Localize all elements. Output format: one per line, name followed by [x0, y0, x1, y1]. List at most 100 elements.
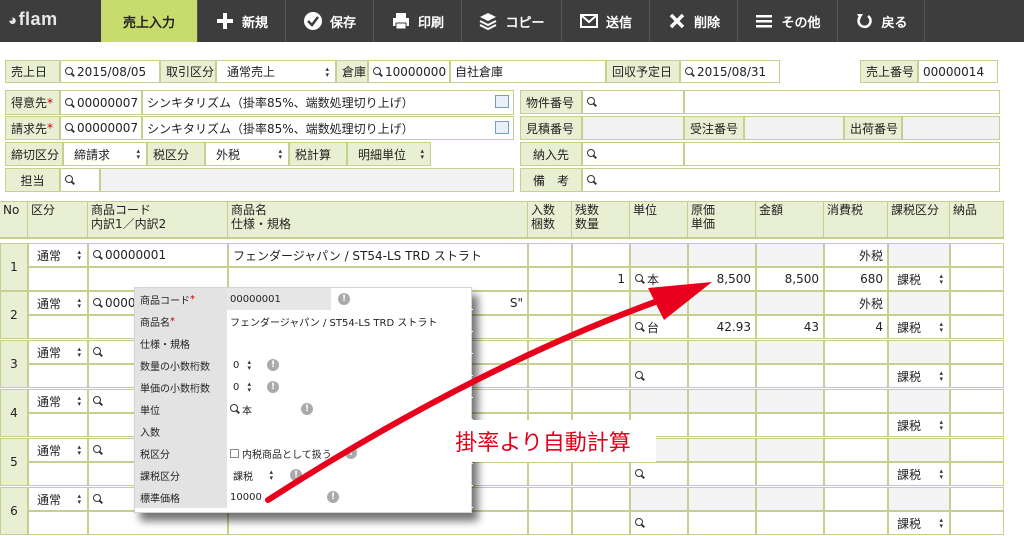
tax-type-select[interactable]: 外税	[205, 142, 289, 166]
row-code-field[interactable]: 00000001	[88, 243, 228, 267]
billing-code-field[interactable]: 00000007	[60, 116, 142, 140]
row-unit-field[interactable]	[630, 511, 688, 535]
popup-std-price-field[interactable]: 10000	[227, 486, 319, 508]
row-price[interactable]	[688, 511, 756, 535]
row-amount-top	[756, 340, 824, 364]
row-delivery[interactable]	[950, 438, 1004, 462]
row-tax-type	[824, 340, 888, 364]
row-taxkubun-select[interactable]: 課税	[888, 315, 950, 339]
info-icon[interactable]: !	[290, 469, 302, 481]
warehouse-code-field[interactable]: 10000000	[368, 60, 450, 83]
more-button[interactable]: その他	[737, 0, 837, 42]
row-unit-field[interactable]	[630, 364, 688, 388]
info-icon[interactable]: !	[338, 293, 350, 305]
row-kubun-select[interactable]: 通常	[28, 243, 88, 267]
popup-name-label: 商品名 *	[135, 310, 227, 332]
popup-name-field[interactable]: フェンダージャパン / ST54-LS TRD ストラト	[227, 310, 471, 332]
send-button[interactable]: 送信	[561, 0, 649, 42]
row-packs[interactable]	[528, 315, 572, 339]
popup-row-price-dec: 単価の小数桁数 0 !	[135, 376, 473, 398]
row-qty[interactable]	[572, 462, 630, 486]
staff-field[interactable]	[60, 168, 100, 192]
row-packs[interactable]	[528, 364, 572, 388]
back-button[interactable]: 戻る	[837, 0, 925, 42]
row-kubun-select[interactable]: 通常	[28, 291, 88, 315]
col-delivery: 納品	[950, 202, 1004, 238]
row-qty-in[interactable]	[528, 291, 572, 315]
customer-code-field[interactable]: 00000007	[60, 90, 142, 115]
row-price[interactable]	[688, 462, 756, 486]
info-icon[interactable]: !	[345, 447, 357, 459]
row-qty-in[interactable]	[528, 243, 572, 267]
popup-taxkubun-checkbox[interactable]: 内税商品として扱う	[227, 442, 353, 464]
save-button[interactable]: 保存	[285, 0, 373, 42]
row-qty[interactable]: 1	[572, 267, 630, 291]
info-icon[interactable]: !	[267, 359, 279, 371]
row-packs[interactable]	[528, 267, 572, 291]
row-taxkubun-select[interactable]: 課税	[888, 462, 950, 486]
remarks-field[interactable]	[582, 168, 1000, 192]
row-taxkubun-select[interactable]: 課税	[888, 364, 950, 388]
row-packs[interactable]	[528, 511, 572, 535]
row-delivery[interactable]	[950, 243, 1004, 267]
row-kubun-select[interactable]: 通常	[28, 487, 88, 511]
trade-type-select[interactable]: 通常売上	[216, 60, 336, 83]
row-name-field[interactable]: フェンダージャパン / ST54-LS TRD ストラト	[228, 243, 528, 267]
row-packs[interactable]	[528, 462, 572, 486]
popup-spec-field[interactable]	[227, 332, 471, 354]
row-qty-in[interactable]	[528, 487, 572, 511]
row-kubun-select[interactable]: 通常	[28, 340, 88, 364]
delete-button[interactable]: 削除	[649, 0, 737, 42]
row-spec-field[interactable]	[228, 511, 528, 535]
delivery-field[interactable]	[582, 142, 684, 166]
row-amount-top	[756, 438, 824, 462]
collect-date-field[interactable]: 2015/08/31	[680, 60, 780, 83]
row-cost	[688, 438, 756, 462]
row-qty-in[interactable]	[528, 340, 572, 364]
popup-price-dec-select[interactable]: 0	[227, 376, 257, 398]
row-qty[interactable]	[572, 511, 630, 535]
popup-row-irisu: 入数	[135, 420, 473, 442]
row-qty-in[interactable]	[528, 389, 572, 413]
row-price[interactable]: 8,500	[688, 267, 756, 291]
row-delivery[interactable]	[950, 389, 1004, 413]
property-no-label: 物件番号	[520, 90, 582, 114]
popup-kazei-select[interactable]: 課税	[227, 464, 279, 486]
row-taxkubun-select[interactable]: 課税	[888, 511, 950, 535]
row-unit-field[interactable]: 台	[630, 315, 688, 339]
row-taxkubun-select[interactable]: 課税	[888, 267, 950, 291]
close-type-select[interactable]: 締請求	[63, 142, 147, 166]
row-taxkubun-select[interactable]: 課税	[888, 413, 950, 437]
info-icon[interactable]: !	[267, 381, 279, 393]
popup-code-field[interactable]: 00000001	[227, 288, 331, 310]
tab-sales-entry[interactable]: 売上入力	[101, 0, 197, 42]
sale-date-field[interactable]: 2015/08/05	[60, 60, 160, 83]
row-unit-field[interactable]	[630, 462, 688, 486]
tax-calc-label: 税計算	[289, 142, 347, 166]
popup-unit-field[interactable]: 本	[227, 398, 293, 420]
print-button[interactable]: 印刷	[373, 0, 461, 42]
property-no-field[interactable]	[582, 90, 684, 114]
info-icon[interactable]: !	[327, 491, 339, 503]
row-breakdown-field[interactable]	[88, 511, 228, 535]
row-delivery[interactable]	[950, 487, 1004, 511]
row-qty[interactable]	[572, 315, 630, 339]
row-amount-top	[756, 291, 824, 315]
info-icon[interactable]: !	[301, 403, 313, 415]
row-delivery[interactable]	[950, 340, 1004, 364]
row-delivery[interactable]	[950, 291, 1004, 315]
popup-irisu-field[interactable]	[227, 420, 307, 442]
customer-lookup-icon[interactable]	[495, 95, 509, 108]
popup-qty-dec-select[interactable]: 0	[227, 354, 257, 376]
row-qty[interactable]	[572, 364, 630, 388]
copy-button[interactable]: コピー	[461, 0, 561, 42]
new-button[interactable]: 新規	[197, 0, 285, 42]
row-price[interactable]: 42.93	[688, 315, 756, 339]
row-kubun-select[interactable]: 通常	[28, 438, 88, 462]
tax-calc-select[interactable]: 明細単位	[347, 142, 431, 166]
row-price[interactable]	[688, 364, 756, 388]
billing-lookup-icon[interactable]	[495, 121, 509, 134]
row-price[interactable]	[688, 413, 756, 437]
row-kubun-select[interactable]: 通常	[28, 389, 88, 413]
row-unit-field[interactable]: 本	[630, 267, 688, 291]
